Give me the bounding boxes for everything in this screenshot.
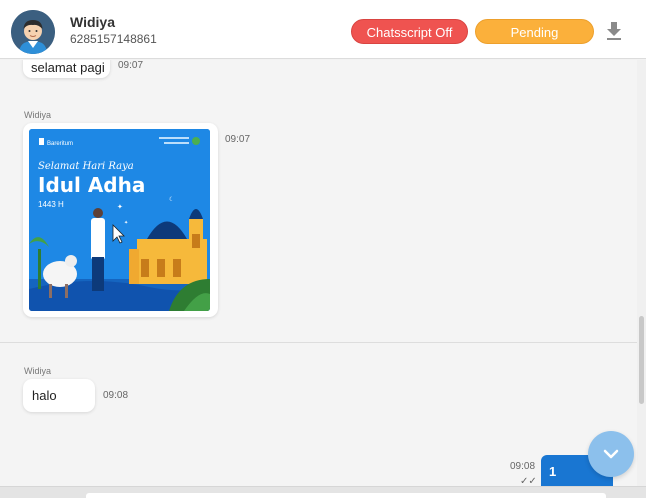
user-avatar-icon [11, 10, 55, 54]
message-time: 09:07 [118, 60, 144, 71]
message-time: 09:08 [510, 461, 536, 472]
message-bubble: halo [23, 379, 95, 412]
message-text: halo [32, 388, 57, 403]
message-sender: Widiya [24, 366, 52, 376]
divider [0, 342, 637, 343]
message-text: selamat pagi [31, 60, 105, 75]
chevron-down-icon [603, 449, 619, 459]
svg-text:✦: ✦ [117, 203, 123, 211]
message-image[interactable]: Bareritum Selamat Hari Raya Idul Adha 14… [29, 129, 210, 311]
image-message[interactable]: Bareritum Selamat Hari Raya Idul Adha 14… [23, 123, 218, 317]
avatar[interactable] [11, 10, 55, 54]
message-sender: Widiya [24, 110, 52, 120]
download-icon[interactable] [604, 20, 624, 42]
contact-name: Widiya [70, 14, 115, 30]
scroll-down-button[interactable] [588, 431, 634, 477]
message-bubble: selamat pagi [23, 60, 110, 78]
scrollbar-track[interactable] [637, 60, 646, 486]
scrollbar-thumb[interactable] [639, 316, 644, 404]
chat-messages[interactable]: selamat pagi 09:07 Widiya Bareritum Sela… [0, 60, 637, 486]
message-time: 09:07 [225, 134, 251, 145]
message-time: 09:08 [103, 390, 129, 401]
poster-brand: Bareritum [47, 141, 73, 147]
svg-text:☾: ☾ [169, 196, 174, 203]
chatsscript-off-button[interactable]: Chatsscript Off [351, 19, 468, 44]
svg-text:✦: ✦ [124, 220, 128, 226]
read-receipt-icon: ✓✓ [520, 476, 537, 486]
message-input[interactable] [86, 493, 606, 498]
poster-greeting: Selamat Hari Raya [38, 161, 134, 172]
poster-year: 1443 H [38, 200, 64, 209]
poster-title: Idul Adha [38, 173, 145, 197]
pending-button[interactable]: Pending [475, 19, 594, 44]
contact-phone: 6285157148861 [70, 32, 157, 46]
message-text: 1 [549, 464, 557, 479]
chat-header: Widiya 6285157148861 Chatsscript Off Pen… [0, 0, 646, 59]
